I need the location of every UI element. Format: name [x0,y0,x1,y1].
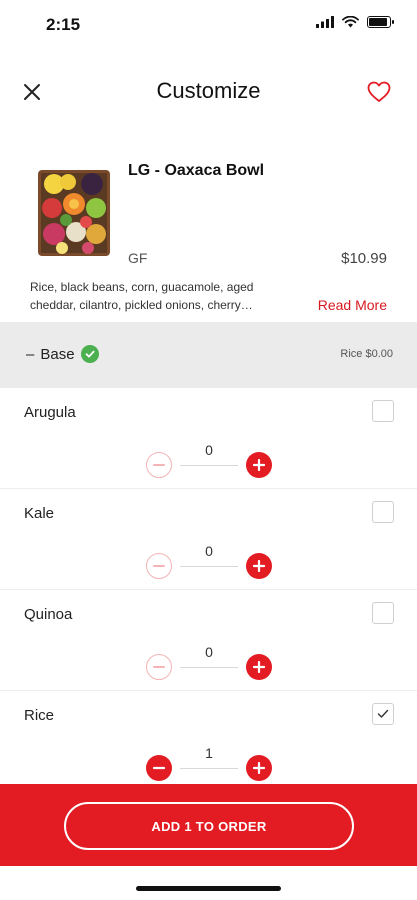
quantity-stepper: 0 [146,543,272,581]
section-selection-summary: Rice $0.00 [340,348,393,360]
favorite-button[interactable] [365,78,393,106]
quantity-value: 1 [205,745,213,761]
option-row-kale: Kale 0 [0,489,417,590]
plus-icon [253,560,265,572]
option-name: Quinoa [24,606,73,623]
read-more-link[interactable]: Read More [318,297,387,313]
option-checkbox[interactable] [372,400,394,422]
dietary-tag: GF [128,250,148,266]
product-summary: LG - Oaxaca Bowl GF $10.99 Rice, black b… [0,150,417,322]
option-name: Arugula [24,404,76,421]
check-circle-icon [80,345,99,363]
decrease-button[interactable] [146,553,172,579]
option-checkbox[interactable] [372,703,394,725]
collapse-icon: – [26,345,35,363]
plus-icon [253,661,265,673]
decrease-button[interactable] [146,452,172,478]
option-list: Arugula 0 Kale 0 Quinoa 0 Rice 1 [0,388,417,792]
product-name: LG - Oaxaca Bowl [128,162,265,179]
battery-icon [367,16,394,28]
page-title: Customize [156,78,261,103]
quantity-stepper: 0 [146,442,272,480]
checkmark-icon [377,709,389,718]
option-row-arugula: Arugula 0 [0,388,417,489]
section-title: Base [40,345,75,363]
quantity-stepper: 1 [146,745,272,783]
increase-button[interactable] [246,452,272,478]
quantity-underline [180,566,238,567]
section-header-base[interactable]: – Base Rice $0.00 [0,322,417,388]
quantity-value: 0 [205,442,213,458]
plus-icon [253,762,265,774]
quantity-value: 0 [205,644,213,660]
option-name: Kale [24,505,55,522]
option-checkbox[interactable] [372,602,394,624]
section-toggle[interactable]: – Base [26,345,99,363]
minus-icon [153,565,165,567]
option-checkbox[interactable] [372,501,394,523]
minus-icon [153,666,165,668]
quantity-underline [180,667,238,668]
home-indicator[interactable] [136,886,281,891]
heart-outline-icon [367,81,391,102]
home-indicator-area [0,866,417,900]
option-row-rice: Rice 1 [0,691,417,792]
minus-icon [153,464,165,466]
nav-bar: Customize [0,64,417,120]
decrease-button[interactable] [146,755,172,781]
increase-button[interactable] [246,654,272,680]
minus-icon [153,766,165,770]
status-icons [316,16,394,28]
quantity-stepper: 0 [146,644,272,682]
quantity-underline [180,465,238,466]
quantity-value: 0 [205,543,213,559]
increase-button[interactable] [246,755,272,781]
status-bar: 2:15 [0,0,417,48]
increase-button[interactable] [246,553,272,579]
status-time: 2:15 [46,15,81,34]
product-price: $10.99 [341,250,387,267]
add-to-order-button[interactable]: ADD 1 TO ORDER [64,802,354,850]
product-description: Rice, black beans, corn, guacamole, aged… [30,280,254,312]
option-row-quinoa: Quinoa 0 [0,590,417,691]
wifi-icon [342,16,359,28]
product-image [38,170,110,256]
decrease-button[interactable] [146,654,172,680]
plus-icon [253,459,265,471]
option-name: Rice [24,707,55,724]
quantity-underline [180,768,238,769]
signal-icon [316,16,334,28]
